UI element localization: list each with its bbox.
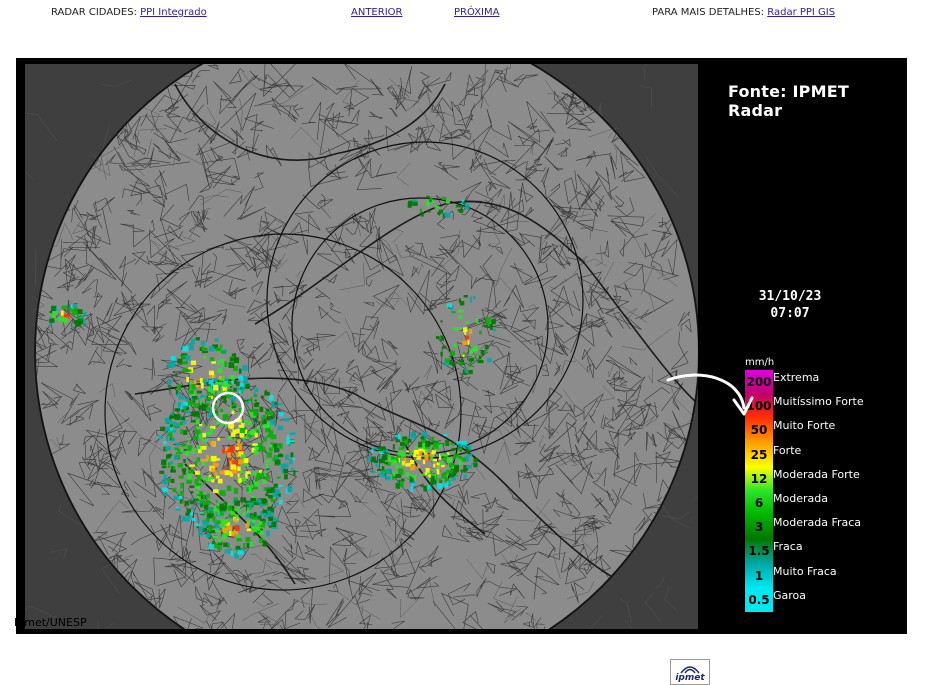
previous-link[interactable]: ANTERIOR [351,7,402,18]
radar-date: 31/10/23 [750,288,830,305]
ipmet-logo: ipmet [670,659,710,685]
intensity-category: Forte [773,444,801,457]
intensity-category: Fraca [773,540,803,553]
scale-unit: mm/h [745,357,774,368]
radar-map [25,64,698,629]
next-link[interactable]: PRÓXIMA [454,7,499,18]
intensity-category: Muitíssimo Forte [773,395,864,408]
scale-cell: 6 [745,491,773,515]
ppi-integrado-link[interactable]: PPI Integrado [140,7,207,18]
radar-cities: RADAR CIDADES: PPI Integrado [51,7,207,18]
source-label: Fonte: IPMET Radar [728,82,907,120]
intensity-category: Muito Forte [773,419,835,432]
ipmet-logo-text: ipmet [671,673,709,683]
scale-cell: 3 [745,515,773,539]
intensity-category: Moderada Forte [773,468,860,481]
top-nav: RADAR CIDADES: PPI Integrado ANTERIOR PR… [0,0,931,30]
scale-cell: 25 [745,443,773,467]
timestamp: 31/10/23 07:07 [750,288,830,322]
radar-time: 07:07 [750,305,830,322]
intensity-category: Muito Fraca [773,565,837,578]
credit-label: Ipmet/UNESP [14,616,87,629]
scale-cell: 1.5 [745,539,773,563]
radar-ppi-gis-link[interactable]: Radar PPI GIS [767,7,835,18]
scale-cell: 0.5 [745,588,773,612]
radar-panel: Fonte: IPMET Radar 31/10/23 07:07 mm/h 2… [16,58,907,634]
radar-cities-label: RADAR CIDADES: [51,7,137,18]
more-details-label: PARA MAIS DETALHES: [652,7,764,18]
intensity-category: Moderada Fraca [773,516,861,529]
scale-cell: 1 [745,564,773,588]
intensity-category: Moderada [773,492,828,505]
more-details: PARA MAIS DETALHES: Radar PPI GIS [652,7,835,18]
scale-cell: 12 [745,467,773,491]
pointer-arrow-icon [660,368,780,428]
radar-map-image [25,64,698,629]
intensity-category: Garoa [773,589,806,602]
